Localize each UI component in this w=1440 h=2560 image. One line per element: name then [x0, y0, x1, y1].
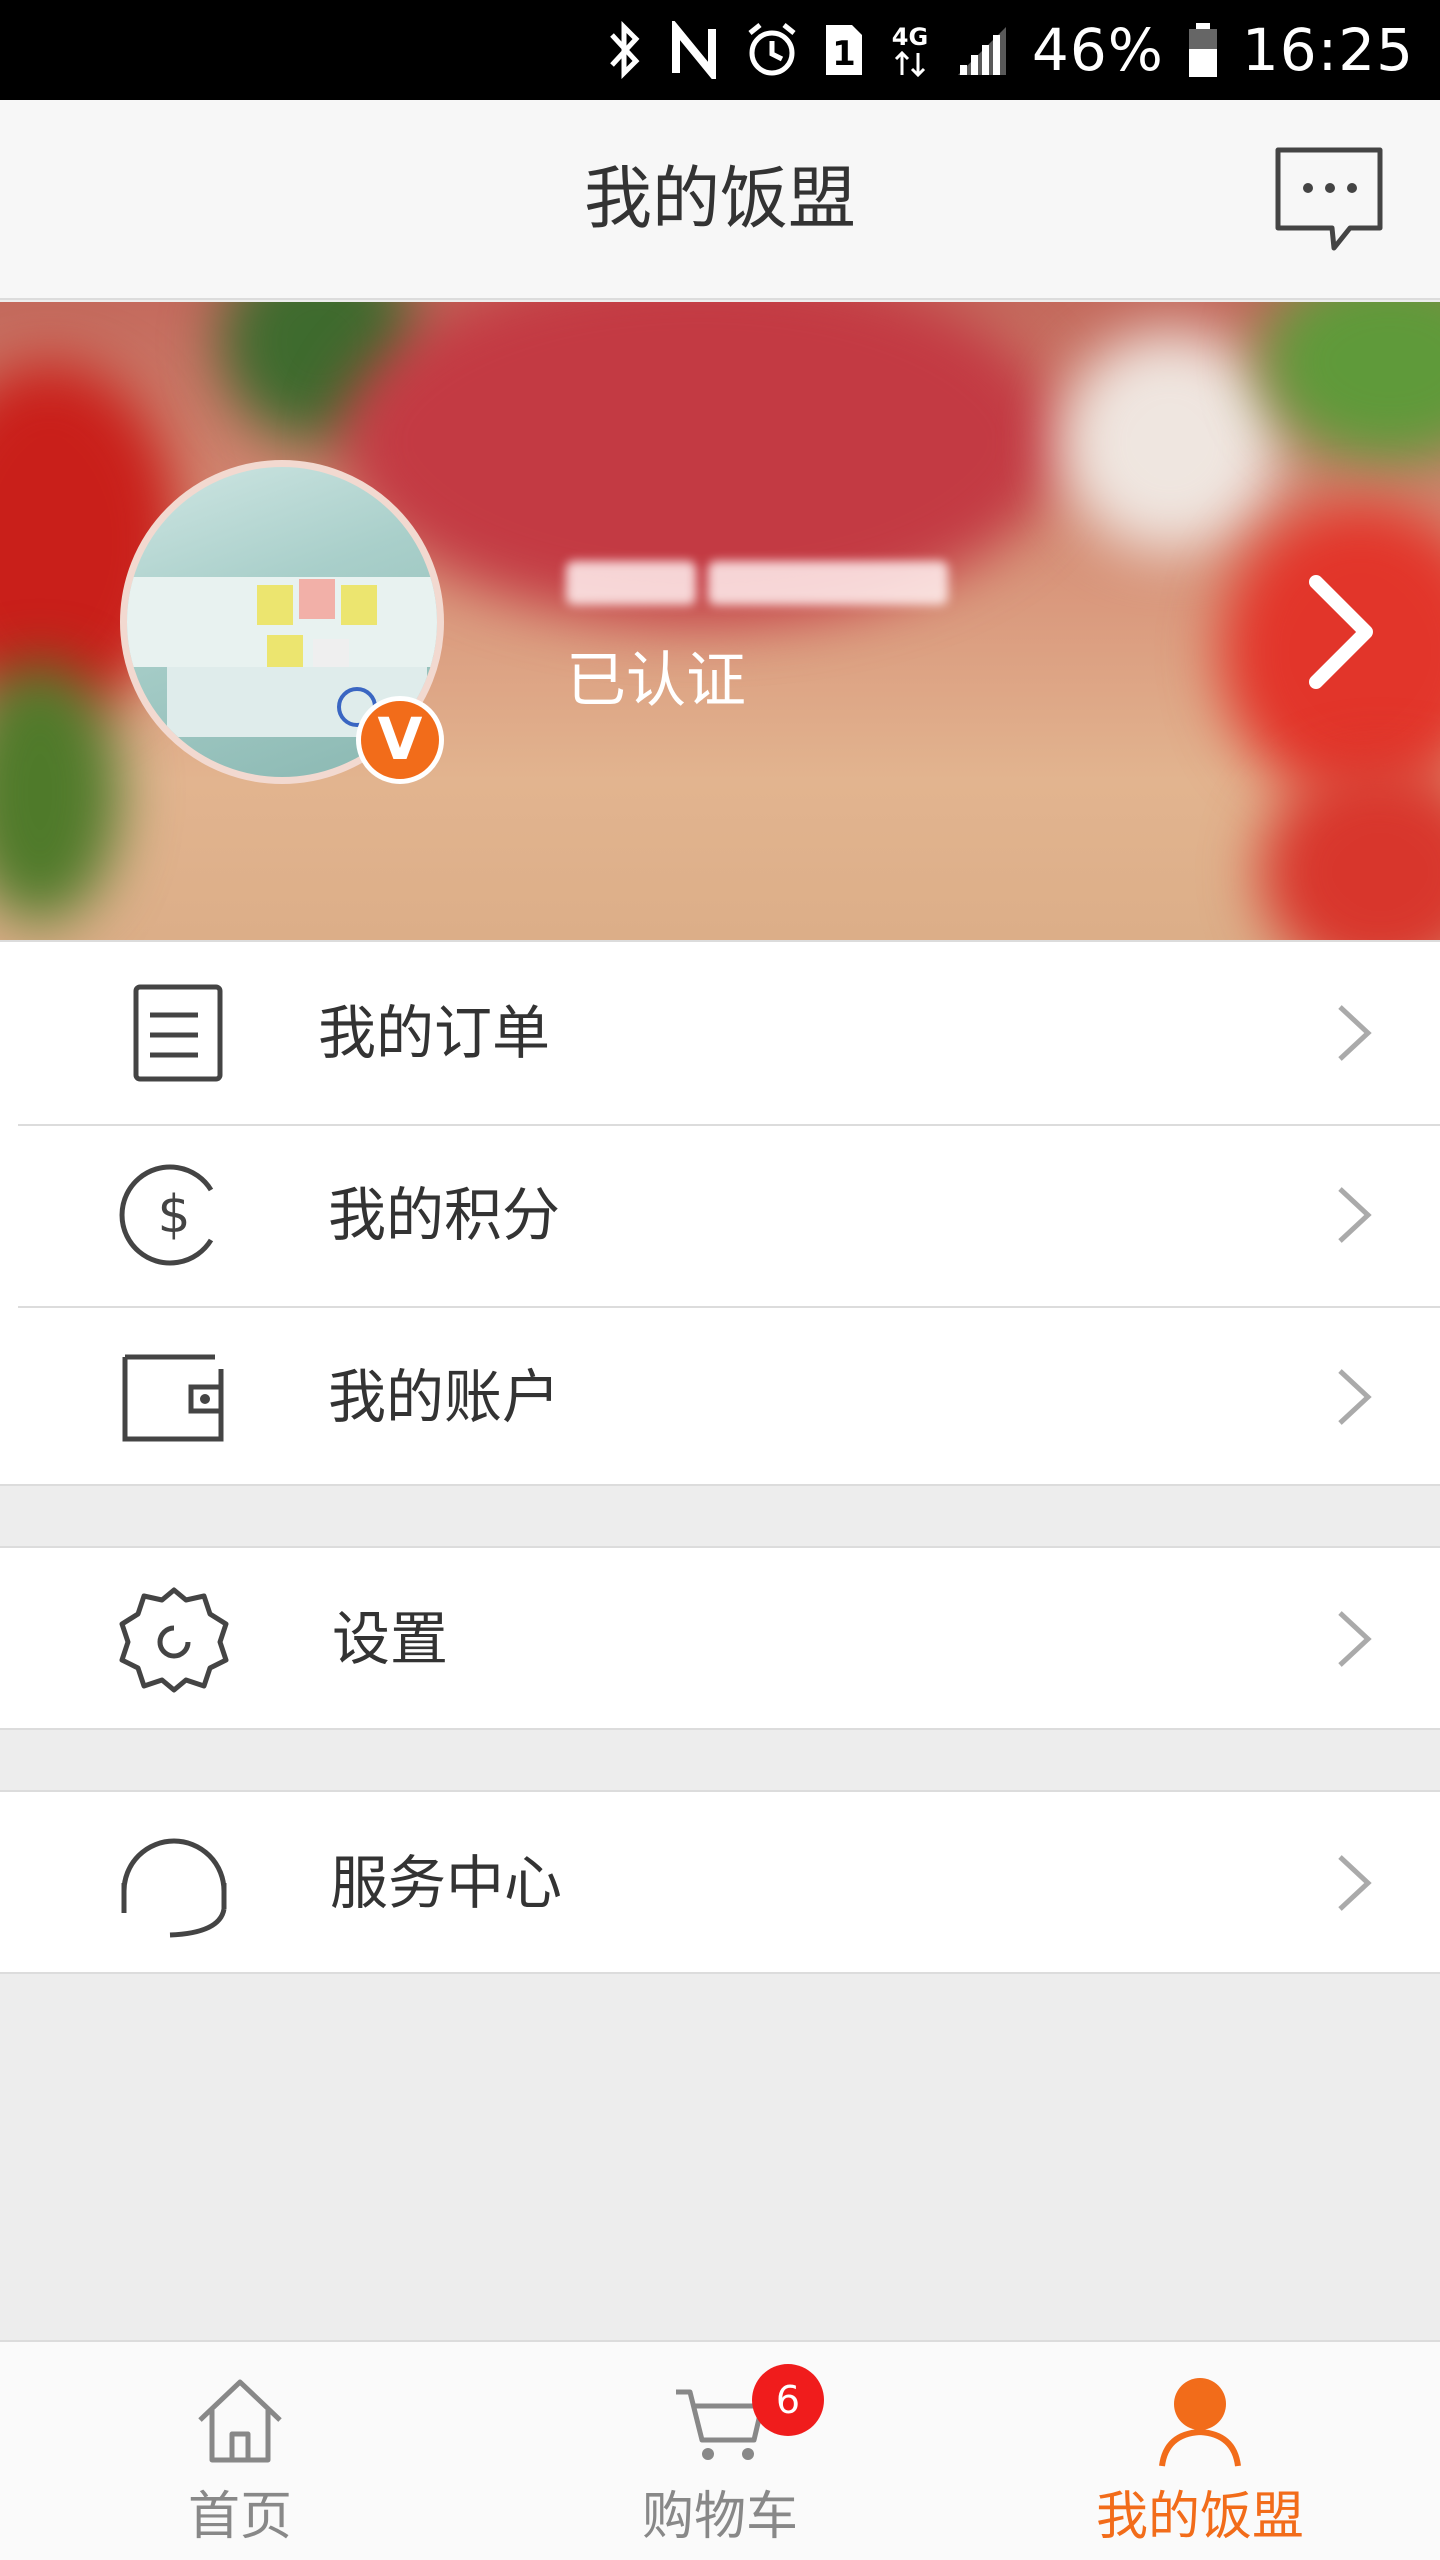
- tab-mine-label: 我的饭盟: [1095, 2487, 1304, 2547]
- tab-home[interactable]: 首页: [0, 2342, 480, 2560]
- dollar-coin-icon: $: [112, 1164, 236, 1266]
- chevron-right-icon: [1338, 1369, 1372, 1425]
- menu-label: 服务中心: [330, 1849, 563, 1917]
- app-header: 我的饭盟: [0, 100, 1440, 300]
- tab-cart[interactable]: 购物车: [480, 2342, 960, 2560]
- tab-mine[interactable]: 我的饭盟: [960, 2342, 1440, 2560]
- menu-item-service-center[interactable]: 服务中心: [0, 1792, 1440, 1974]
- battery-percent: 46%: [1031, 16, 1164, 84]
- headset-icon: [112, 1833, 236, 1938]
- username-blurred: [566, 550, 962, 616]
- svg-text:1: 1: [832, 34, 856, 74]
- gear-icon: [112, 1587, 236, 1693]
- menu-group-settings: 设置: [0, 1546, 1440, 1730]
- order-list-icon: [112, 983, 236, 1083]
- user-icon: [1159, 2378, 1241, 2467]
- tab-cart-label: 购物车: [641, 2487, 798, 2547]
- chevron-right-icon: [1338, 1855, 1372, 1911]
- message-button[interactable]: [1270, 140, 1390, 260]
- menu-item-orders[interactable]: 我的订单: [0, 942, 1440, 1124]
- chevron-right-icon: [1338, 1611, 1372, 1667]
- bottom-tab-bar: 首页 购物车 6 我的饭盟: [0, 2340, 1440, 2560]
- menu-item-settings[interactable]: 设置: [0, 1548, 1440, 1730]
- verification-status: 已认证: [566, 646, 746, 716]
- chevron-right-icon: [1338, 1187, 1372, 1243]
- profile-banner[interactable]: V 已认证: [0, 302, 1440, 940]
- menu-item-account[interactable]: 我的账户: [0, 1306, 1440, 1488]
- bluetooth-icon: [604, 20, 644, 80]
- bg-greens: [1260, 302, 1440, 462]
- tab-home-label: 首页: [187, 2487, 292, 2547]
- svg-text:4G: 4G: [892, 23, 928, 51]
- chat-bubble-icon: [1275, 147, 1383, 251]
- chevron-right-icon: [1338, 1005, 1372, 1061]
- battery-icon: [1186, 20, 1220, 80]
- home-icon: [198, 2379, 282, 2463]
- signal-icon: [954, 20, 1010, 80]
- verified-badge: V: [356, 696, 444, 784]
- alarm-icon: [744, 20, 800, 80]
- wallet-icon: [112, 1347, 236, 1447]
- menu-label: 设置: [332, 1605, 449, 1673]
- clock: 16:25: [1241, 16, 1414, 84]
- menu-label: 我的订单: [318, 999, 551, 1067]
- menu-label: 我的账户: [328, 1363, 561, 1431]
- menu-group-service: 服务中心: [0, 1790, 1440, 1974]
- svg-text:$: $: [157, 1185, 190, 1245]
- nfc-icon: [666, 20, 722, 80]
- chevron-right-icon: [1309, 575, 1373, 689]
- menu-label: 我的积分: [328, 1181, 561, 1249]
- menu-item-points[interactable]: $ 我的积分: [0, 1124, 1440, 1306]
- bg-tomato-2: [1260, 762, 1440, 940]
- network-type-icon: 4G: [888, 20, 932, 80]
- page-title: 我的饭盟: [583, 160, 856, 239]
- status-bar: 1 4G 46% 16:25: [0, 0, 1440, 100]
- bg-garlic: [1060, 332, 1280, 552]
- menu-group-account: 我的订单 $ 我的积分 我的账户: [0, 940, 1440, 1486]
- sim-icon: 1: [822, 20, 866, 80]
- cart-count-badge: 6: [752, 2364, 824, 2436]
